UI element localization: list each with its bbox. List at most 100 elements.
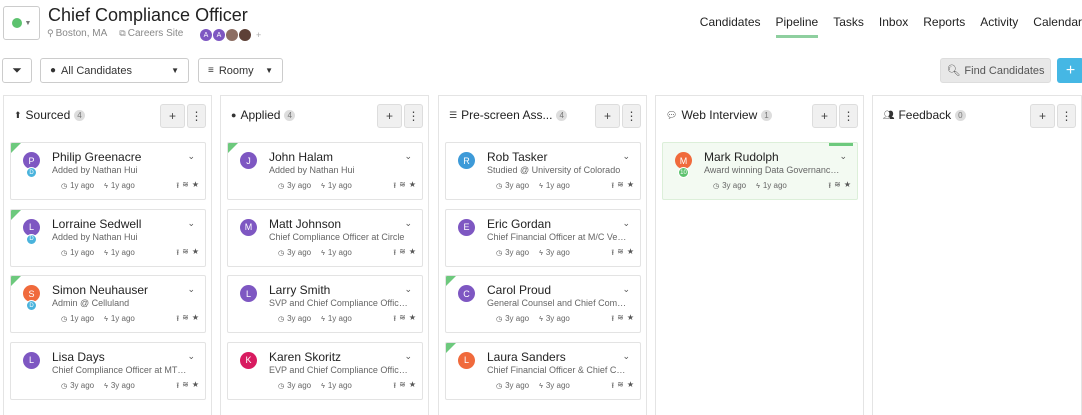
rss-icon[interactable]: ≋ [399, 180, 406, 194]
star-icon[interactable]: ★ [409, 180, 416, 194]
chevron-down-icon[interactable]: ⌄ [187, 351, 195, 362]
careers-site-link[interactable]: Careers Site [128, 28, 184, 39]
candidate-card[interactable]: P D Philip Greenacre Added by Nathan Hui ⌄ ◷ 1… [10, 142, 206, 200]
chevron-down-icon[interactable]: ⌄ [622, 351, 630, 362]
candidate-name[interactable]: Larry Smith [269, 283, 330, 297]
candidate-name[interactable]: Matt Johnson [269, 217, 341, 231]
upload-icon[interactable]: ⭱ [176, 313, 179, 327]
column-add-button[interactable]: + [377, 104, 402, 128]
upload-icon[interactable]: ⭱ [611, 380, 614, 394]
candidate-card[interactable]: L Laura Sanders Chief Financial Officer & … [445, 341, 641, 400]
column-menu-button[interactable]: ⋮ [187, 104, 206, 128]
rss-icon[interactable]: ≋ [617, 380, 624, 394]
column-menu-button[interactable]: ⋮ [839, 104, 858, 128]
candidate-card[interactable]: S D Simon Neuhauser Admin @ Celluland ⌄ ◷ 1y a… [10, 275, 206, 333]
candidate-name[interactable]: Philip Greenacre [52, 150, 141, 164]
candidate-card[interactable]: J John Halam Added by Nathan Hui ⌄ ◷ 3y ago ϟ 1… [227, 142, 423, 200]
rss-icon[interactable]: ≋ [182, 313, 189, 327]
star-icon[interactable]: ★ [627, 247, 634, 261]
column-menu-button[interactable]: ⋮ [1057, 104, 1076, 128]
job-status-dropdown[interactable]: ▼ [3, 6, 40, 40]
upload-icon[interactable]: ⭱ [393, 180, 396, 194]
nav-calendar[interactable]: Calendar [1033, 15, 1082, 38]
candidate-name[interactable]: Lorraine Sedwell [52, 217, 141, 231]
star-icon[interactable]: ★ [627, 380, 634, 394]
candidate-card[interactable]: M 10 Mark Rudolph Award winning Data Govern… [662, 142, 858, 200]
candidate-name[interactable]: Laura Sanders [487, 350, 566, 364]
upload-icon[interactable]: ⭱ [611, 180, 614, 194]
chevron-down-icon[interactable]: ⌄ [839, 151, 847, 162]
column-add-button[interactable]: + [160, 104, 185, 128]
nav-tasks[interactable]: Tasks [833, 15, 864, 38]
rss-icon[interactable]: ≋ [182, 180, 189, 194]
chevron-down-icon[interactable]: ⌄ [404, 284, 412, 295]
rss-icon[interactable]: ≋ [182, 380, 189, 394]
candidate-name[interactable]: Eric Gordan [487, 217, 551, 231]
chevron-down-icon[interactable]: ⌄ [622, 151, 630, 162]
column-add-button[interactable]: + [595, 104, 620, 128]
rss-icon[interactable]: ≋ [617, 313, 624, 327]
candidate-card[interactable]: M Matt Johnson Chief Compliance Officer at… [227, 208, 423, 267]
candidate-name[interactable]: Lisa Days [52, 350, 105, 364]
upload-icon[interactable]: ⭱ [611, 247, 614, 261]
team-member-avatar[interactable] [239, 29, 251, 41]
view-mode-select[interactable]: ≡ Roomy ▼ [198, 58, 283, 83]
star-icon[interactable]: ★ [627, 313, 634, 327]
star-icon[interactable]: ★ [409, 380, 416, 394]
rss-icon[interactable]: ≋ [834, 180, 841, 194]
chevron-down-icon[interactable]: ⌄ [187, 284, 195, 295]
candidate-card[interactable]: L D Lorraine Sedwell Added by Nathan Hui ⌄ ◷ 1… [10, 208, 206, 267]
rss-icon[interactable]: ≋ [617, 180, 624, 194]
column-menu-button[interactable]: ⋮ [404, 104, 423, 128]
upload-icon[interactable]: ⭱ [176, 180, 179, 194]
find-candidates-button[interactable]: 🔍︎ Find Candidates [940, 58, 1051, 83]
filter-button[interactable]: ⏷ [2, 58, 32, 83]
team-member-avatar[interactable]: A [200, 29, 212, 41]
chevron-down-icon[interactable]: ⌄ [404, 218, 412, 229]
candidate-name[interactable]: Karen Skoritz [269, 350, 341, 364]
chevron-down-icon[interactable]: ⌄ [622, 218, 630, 229]
star-icon[interactable]: ★ [192, 380, 199, 394]
nav-candidates[interactable]: Candidates [700, 15, 761, 38]
candidate-card[interactable]: K Karen Skoritz EVP and Chief Compliance O… [227, 341, 423, 400]
rss-icon[interactable]: ≋ [617, 247, 624, 261]
nav-activity[interactable]: Activity [980, 15, 1018, 38]
column-add-button[interactable]: + [812, 104, 837, 128]
team-member-avatar[interactable]: A [213, 29, 225, 41]
star-icon[interactable]: ★ [192, 247, 199, 261]
star-icon[interactable]: ★ [192, 180, 199, 194]
candidate-card[interactable]: E Eric Gordan Chief Financial Officer at M… [445, 208, 641, 267]
team-member-avatar[interactable] [226, 29, 238, 41]
candidate-card[interactable]: L Larry Smith SVP and Chief Compliance Off… [227, 275, 423, 333]
rss-icon[interactable]: ≋ [399, 380, 406, 394]
chevron-down-icon[interactable]: ⌄ [187, 218, 195, 229]
column-add-button[interactable]: + [1030, 104, 1055, 128]
candidate-name[interactable]: Carol Proud [487, 283, 551, 297]
candidates-filter-select[interactable]: ● All Candidates ▼ [40, 58, 189, 83]
upload-icon[interactable]: ⭱ [828, 180, 831, 194]
nav-reports[interactable]: Reports [923, 15, 965, 38]
column-menu-button[interactable]: ⋮ [622, 104, 641, 128]
star-icon[interactable]: ★ [627, 180, 634, 194]
candidate-name[interactable]: John Halam [269, 150, 333, 164]
add-team-member-button[interactable]: + [256, 30, 261, 40]
upload-icon[interactable]: ⭱ [611, 313, 614, 327]
candidate-name[interactable]: Mark Rudolph [704, 150, 779, 164]
chevron-down-icon[interactable]: ⌄ [404, 351, 412, 362]
chevron-down-icon[interactable]: ⌄ [404, 151, 412, 162]
rss-icon[interactable]: ≋ [182, 247, 189, 261]
chevron-down-icon[interactable]: ⌄ [187, 151, 195, 162]
add-candidate-button[interactable]: + [1057, 58, 1082, 83]
candidate-name[interactable]: Rob Tasker [487, 150, 547, 164]
upload-icon[interactable]: ⭱ [176, 380, 179, 394]
nav-inbox[interactable]: Inbox [879, 15, 908, 38]
candidate-card[interactable]: C Carol Proud General Counsel and Chief Co… [445, 275, 641, 333]
chevron-down-icon[interactable]: ⌄ [622, 284, 630, 295]
candidate-card[interactable]: R Rob Tasker Studied @ University of Color… [445, 142, 641, 200]
star-icon[interactable]: ★ [409, 313, 416, 327]
upload-icon[interactable]: ⭱ [393, 380, 396, 394]
rss-icon[interactable]: ≋ [399, 313, 406, 327]
upload-icon[interactable]: ⭱ [393, 247, 396, 261]
star-icon[interactable]: ★ [192, 313, 199, 327]
nav-pipeline[interactable]: Pipeline [775, 15, 819, 38]
